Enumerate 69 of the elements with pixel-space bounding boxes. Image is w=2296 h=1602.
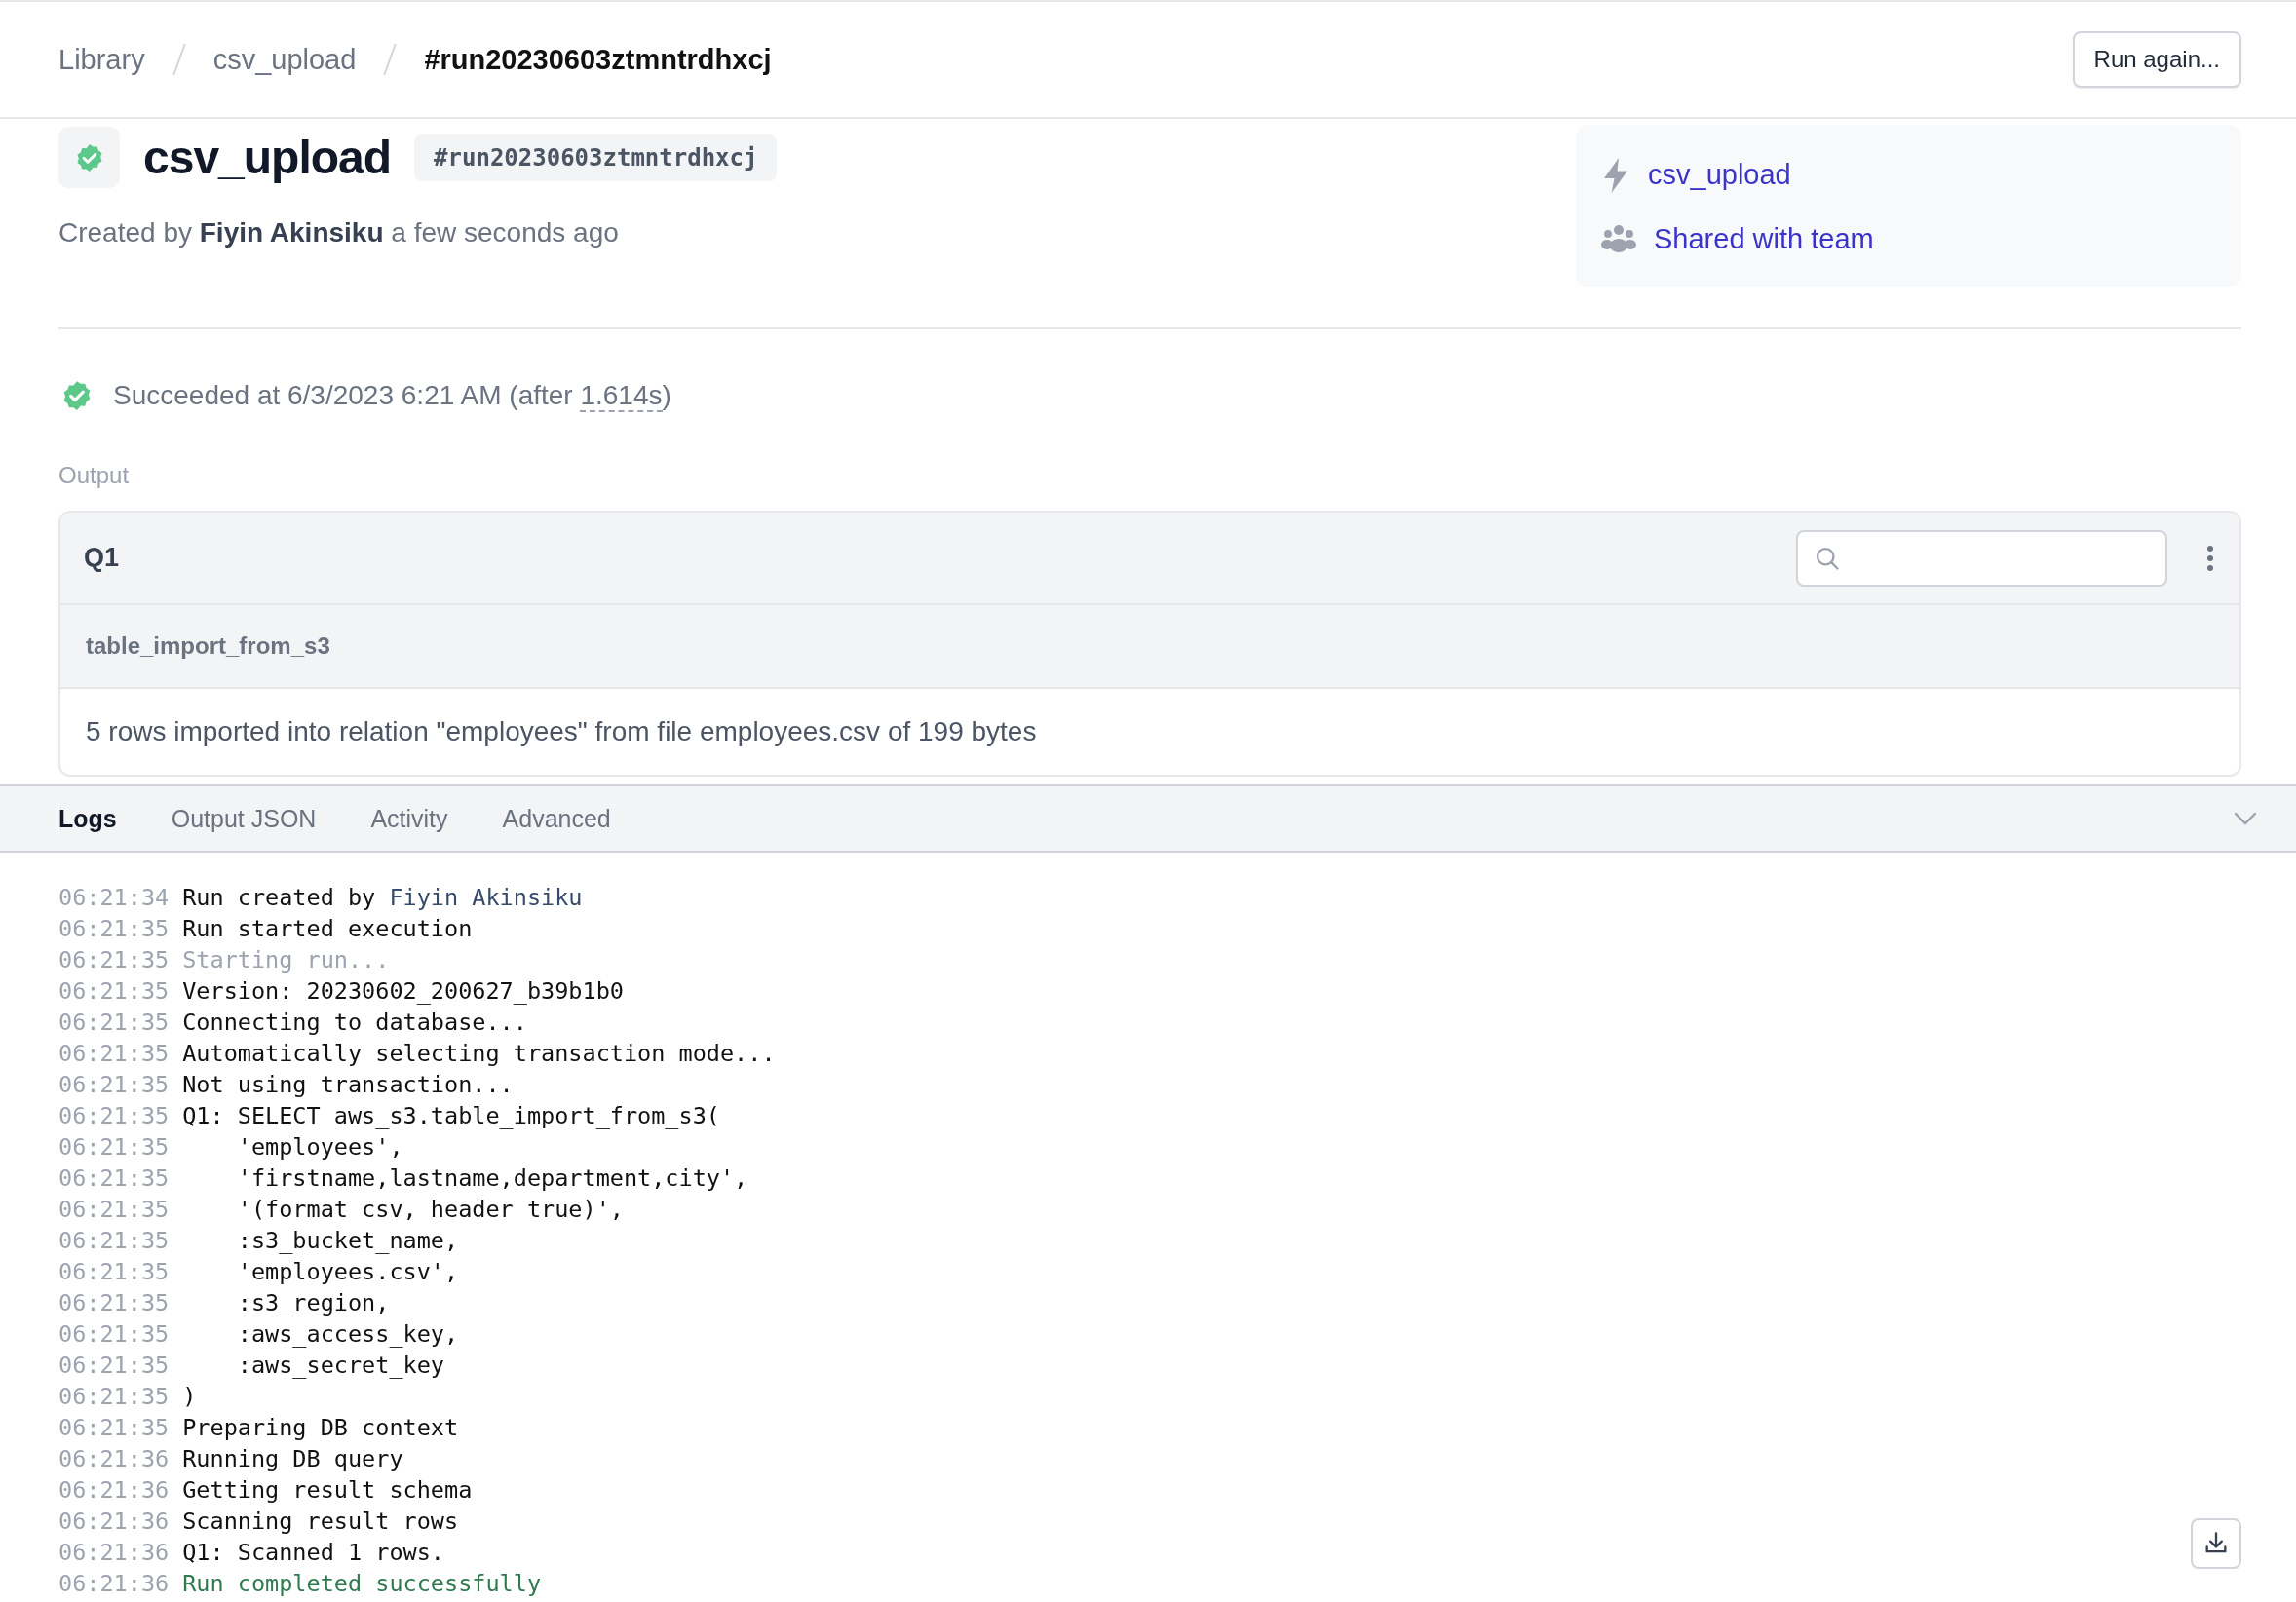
log-message: Preparing DB context: [182, 1413, 459, 1443]
run-again-button[interactable]: Run again...: [2072, 31, 2241, 88]
breadcrumb-link[interactable]: Library: [58, 43, 145, 76]
log-timestamp: 06:21:36: [58, 1507, 170, 1537]
log-message: :s3_bucket_name,: [236, 1226, 459, 1256]
log-timestamp: 06:21:34: [58, 883, 170, 913]
log-timestamp: 06:21:35: [58, 1319, 170, 1350]
download-button[interactable]: [2191, 1518, 2241, 1569]
log-message: Starting run...: [182, 945, 390, 975]
log-timestamp: 06:21:35: [58, 976, 170, 1007]
log-timestamp: 06:21:35: [58, 945, 170, 975]
log-timestamp: 06:21:36: [58, 1475, 170, 1506]
search-field[interactable]: [1796, 529, 2167, 587]
breadcrumb-link[interactable]: csv_upload: [212, 43, 357, 76]
task-link[interactable]: csv_upload: [1648, 159, 1791, 191]
log-timestamp: 06:21:35: [58, 1008, 170, 1038]
shared-with-team-link[interactable]: Shared with team: [1654, 222, 1874, 255]
more-options-icon[interactable]: [2206, 544, 2214, 572]
log-timestamp: 06:21:36: [58, 1538, 170, 1568]
log-message: :aws_access_key,: [236, 1319, 459, 1350]
log-timestamp: 06:21:35: [58, 1413, 170, 1443]
log-message: Q1: SELECT aws_s3.table_import_from_s3(: [182, 1101, 720, 1131]
log-message: Connecting to database...: [182, 1008, 527, 1038]
log-message: Version: 20230602_200627_b39b1b0: [182, 976, 624, 1007]
log-timestamp: 06:21:35: [58, 1101, 170, 1131]
tab[interactable]: Advanced: [502, 804, 611, 833]
log-timestamp: 06:21:36: [58, 1569, 170, 1599]
log-message: :aws_secret_key: [236, 1351, 444, 1381]
tab[interactable]: Activity: [370, 804, 448, 833]
log-timestamp: 06:21:35: [58, 1288, 170, 1318]
log-message: Automatically selecting transaction mode...: [182, 1039, 776, 1069]
breadcrumb-link[interactable]: #run20230603ztmntrdhxcj: [424, 43, 772, 76]
log-message: 'employees',: [236, 1132, 403, 1163]
log-timestamp: 06:21:35: [58, 1070, 170, 1100]
log-message: 'employees.csv',: [236, 1257, 459, 1287]
result-status-text: Succeeded at 6/3/2023 6:21 AM (after 1.614s): [113, 380, 671, 411]
log-message: '(format csv, header true)',: [236, 1195, 624, 1225]
log-timestamp: 06:21:35: [58, 1163, 170, 1194]
log-timestamp: 06:21:35: [58, 1226, 170, 1256]
log-message: Getting result schema: [182, 1475, 473, 1506]
log-message: Running DB query: [182, 1444, 403, 1474]
log-message: Scanning result rows: [182, 1507, 459, 1537]
log-timestamp: 06:21:35: [58, 1351, 170, 1381]
tab[interactable]: Output JSON: [171, 804, 317, 833]
query-name: Q1: [84, 543, 121, 573]
log-timestamp: 06:21:35: [58, 1195, 170, 1225]
column-header: table_import_from_s3: [60, 605, 2239, 689]
log-timestamp: 06:21:36: [58, 1444, 170, 1474]
tab[interactable]: Logs: [58, 804, 117, 833]
chevron-down-icon[interactable]: [2234, 812, 2257, 825]
log-message: Run created by Fiyin Akinsiku: [182, 883, 583, 913]
log-timestamp: 06:21:35: [58, 1382, 170, 1412]
log-message: ): [182, 1382, 197, 1412]
run-title: csv_upload: [143, 131, 392, 184]
run-id-tag: #run20230603ztmntrdhxcj: [414, 134, 778, 181]
log-message: Not using transaction...: [182, 1070, 514, 1100]
log-message: :s3_region,: [236, 1288, 390, 1318]
team-icon: [1601, 224, 1636, 253]
table-cell-text: 5 rows imported into relation "employees" from file employees.csv of 199 bytes: [85, 715, 1038, 748]
log-timestamp: 06:21:35: [58, 1257, 170, 1287]
log-timestamp: 06:21:35: [58, 1039, 170, 1069]
output-label: Output: [57, 462, 131, 490]
log-message: 'firstname,lastname,department,city',: [236, 1163, 748, 1194]
log-timestamp: 06:21:35: [58, 1132, 170, 1163]
log-timestamp: 06:21:35: [58, 914, 170, 944]
log-message: Run started execution: [182, 914, 473, 944]
log-message: Q1: Scanned 1 rows.: [182, 1538, 444, 1568]
log-message: Run completed successfully: [182, 1569, 542, 1599]
created-by-text: Created by Fiyin Akinsiku a few seconds ago: [58, 217, 620, 248]
